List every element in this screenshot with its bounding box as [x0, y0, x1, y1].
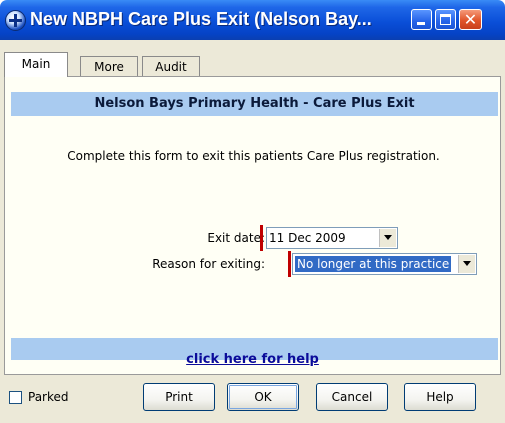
required-marker: [288, 251, 291, 277]
minimize-button[interactable]: [411, 9, 432, 30]
tab-more[interactable]: More: [80, 56, 138, 76]
intro-text: Complete this form to exit this patients…: [67, 149, 440, 163]
exit-date-picker[interactable]: 11 Dec 2009: [266, 227, 398, 249]
window-title: New NBPH Care Plus Exit (Nelson Bay...: [30, 9, 372, 29]
reason-label: Reason for exiting:: [152, 257, 265, 271]
reason-select[interactable]: No longer at this practice: [292, 253, 477, 275]
dialog-window: Main More Audit Nelson Bays Primary Heal…: [0, 40, 505, 423]
tab-label: Audit: [155, 60, 187, 74]
form-panel: Nelson Bays Primary Health - Care Plus E…: [4, 76, 501, 375]
tab-label: Main: [21, 57, 51, 71]
maximize-button[interactable]: [435, 9, 456, 30]
ok-button[interactable]: OK: [227, 383, 299, 411]
cancel-button[interactable]: Cancel: [316, 383, 388, 411]
exit-date-label: Exit date:: [207, 231, 265, 245]
parked-checkbox[interactable]: [9, 391, 22, 404]
print-button[interactable]: Print: [143, 383, 215, 411]
tab-main[interactable]: Main: [4, 52, 68, 77]
button-row: Parked Print OK Cancel Help: [0, 377, 505, 423]
form-header: Nelson Bays Primary Health - Care Plus E…: [11, 92, 498, 116]
reason-value: No longer at this practice: [295, 256, 452, 272]
tab-strip: Main More Audit: [0, 52, 505, 77]
minimize-icon: [417, 22, 425, 25]
tab-audit[interactable]: Audit: [142, 56, 200, 76]
app-icon[interactable]: [5, 10, 26, 31]
required-marker: [260, 225, 263, 251]
title-bar[interactable]: New NBPH Care Plus Exit (Nelson Bay... ✕: [0, 0, 505, 40]
parked-label[interactable]: Parked: [28, 390, 69, 404]
close-button[interactable]: ✕: [459, 9, 482, 30]
dropdown-arrow-icon[interactable]: [458, 255, 475, 273]
help-button[interactable]: Help: [404, 383, 476, 411]
tab-label: More: [94, 60, 124, 74]
help-link[interactable]: click here for help: [0, 352, 505, 367]
close-icon: ✕: [463, 10, 478, 29]
maximize-icon: [440, 14, 451, 25]
dropdown-arrow-icon[interactable]: [379, 229, 396, 247]
exit-date-value: 11 Dec 2009: [269, 231, 346, 245]
